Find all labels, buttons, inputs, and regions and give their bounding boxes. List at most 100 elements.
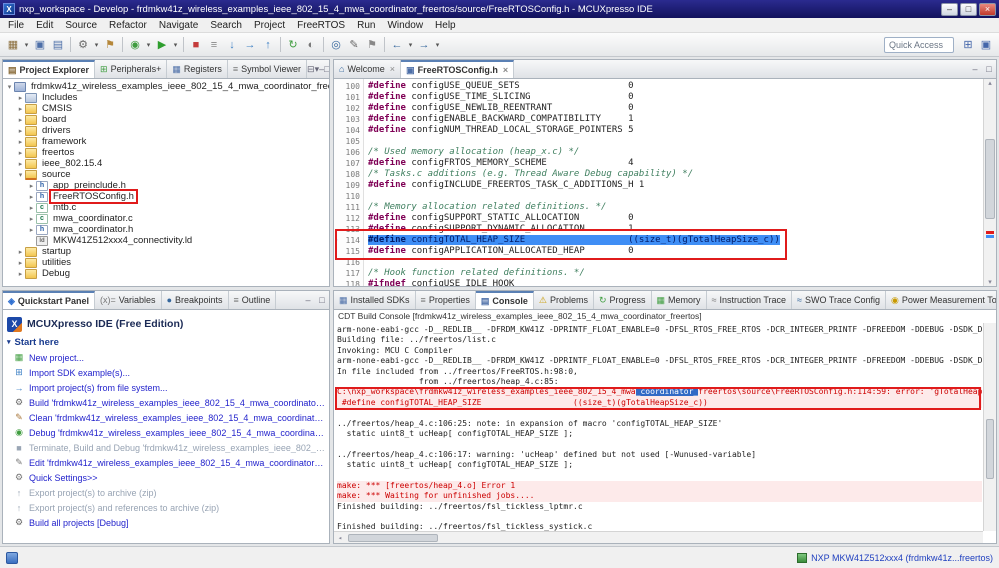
menu-refactor[interactable]: Refactor — [103, 20, 153, 31]
expander-icon[interactable]: ▾ — [16, 171, 25, 179]
expander-icon[interactable]: ▸ — [27, 193, 36, 201]
code-line-112[interactable]: #define configSUPPORT_STATIC_ALLOCATION … — [368, 213, 983, 224]
new-wizard-icon[interactable]: ⚑ — [102, 36, 118, 53]
code-line-102[interactable]: #define configUSE_NEWLIB_REENTRANT 0 — [368, 103, 983, 114]
back-icon[interactable]: ← — [389, 36, 405, 53]
expander-icon[interactable]: ▸ — [16, 116, 25, 124]
expander-icon[interactable]: ▸ — [16, 160, 25, 168]
step-into-icon[interactable]: ↓ — [224, 36, 240, 53]
quickstart-import-project-s-from-file-system[interactable]: → Import project(s) from file system... — [7, 380, 325, 395]
code-line-110[interactable] — [368, 191, 983, 202]
menu-run[interactable]: Run — [351, 20, 381, 31]
tree-item-app-preinclude-h[interactable]: ▸ h app_preinclude.h — [3, 180, 329, 191]
code-area[interactable]: #define configUSE_QUEUE_SETS 0 #define co… — [364, 79, 983, 286]
menu-help[interactable]: Help — [429, 20, 462, 31]
close-icon[interactable]: × — [390, 64, 395, 74]
code-line-111[interactable]: /* Memory allocation related definitions… — [368, 202, 983, 213]
debug-menu-icon[interactable]: ▾ — [145, 36, 152, 53]
code-line-113[interactable]: #define configSUPPORT_DYNAMIC_ALLOCATION… — [368, 224, 983, 235]
code-line-108[interactable]: /* Tasks.c additions (e.g. Thread Aware … — [368, 169, 983, 180]
profile-icon[interactable]: ◐ — [303, 36, 319, 53]
tab-freertosconfig-h[interactable]: ▣ FreeRTOSConfig.h × — [401, 60, 515, 78]
forward-menu-icon[interactable]: ▾ — [434, 36, 441, 53]
save-icon[interactable]: ▣ — [32, 36, 48, 53]
tree-item-mwa-coordinator-h[interactable]: ▸ h mwa_coordinator.h — [3, 224, 329, 235]
code-line-100[interactable]: #define configUSE_QUEUE_SETS 0 — [368, 81, 983, 92]
tab-memory[interactable]: ▦ Memory — [652, 291, 707, 309]
tree-item-ieee-802-15-4[interactable]: ▸ ieee_802.15.4 — [3, 158, 329, 169]
tree-item-debug[interactable]: ▸ Debug — [3, 268, 329, 279]
tree-item-source[interactable]: ▾ source — [3, 169, 329, 180]
maximize-icon[interactable]: □ — [982, 60, 996, 78]
tree-item-drivers[interactable]: ▸ drivers — [3, 125, 329, 136]
menu-search[interactable]: Search — [204, 20, 248, 31]
menu-edit[interactable]: Edit — [30, 20, 59, 31]
editor-body[interactable]: 100 101 102 103 104 105 106 107 108 109 110 111 112 1… — [334, 79, 996, 286]
collapse-all-icon[interactable]: ⊟ — [307, 60, 315, 78]
expander-icon[interactable]: ▸ — [16, 248, 25, 256]
tree-item-startup[interactable]: ▸ startup — [3, 246, 329, 257]
code-line-107[interactable]: #define configFRTOS_MEMORY_SCHEME 4 — [368, 158, 983, 169]
quickstart-build-all-projects-debug[interactable]: ⚙ Build all projects [Debug] — [7, 515, 325, 530]
tab-installed-sdks[interactable]: ▦ Installed SDKs — [334, 291, 416, 309]
debug-icon[interactable]: ◉ — [127, 36, 143, 53]
tab-welcome[interactable]: ⌂ Welcome × — [334, 60, 402, 78]
expander-icon[interactable]: ▸ — [27, 215, 36, 223]
section-collapse-icon[interactable]: ▾ — [7, 338, 11, 346]
menu-file[interactable]: File — [2, 20, 30, 31]
search-icon[interactable]: ◎ — [328, 36, 344, 53]
expander-icon[interactable]: ▸ — [16, 149, 25, 157]
scroll-down-icon[interactable]: ▾ — [984, 278, 996, 286]
tree-item-freertosconfig-h[interactable]: ▸ h FreeRTOSConfig.h — [3, 189, 329, 204]
error-ruler-mark[interactable] — [986, 231, 994, 234]
quickstart-import-sdk-example-s[interactable]: ⊞ Import SDK example(s)... — [7, 365, 325, 380]
tree-item-mtb-c[interactable]: ▸ c mtb.c — [3, 202, 329, 213]
terminate-icon[interactable]: ■ — [188, 36, 204, 53]
expander-icon[interactable]: ▸ — [16, 138, 25, 146]
expander-icon[interactable]: ▸ — [16, 105, 25, 113]
editor-scrollbar[interactable]: ▴ ▾ — [983, 79, 996, 286]
tab-outline[interactable]: ≡ Outline — [229, 291, 277, 309]
minimize-button[interactable]: – — [941, 2, 958, 16]
minimize-icon[interactable]: – — [301, 291, 315, 309]
step-over-icon[interactable]: → — [242, 36, 258, 53]
code-line-109[interactable]: #define configINCLUDE_FREERTOS_TASK_C_AD… — [368, 180, 983, 191]
expander-icon[interactable]: ▸ — [27, 182, 36, 190]
restart-icon[interactable]: ↻ — [285, 36, 301, 53]
tree-item-freertos[interactable]: ▸ freertos — [3, 147, 329, 158]
develop-perspective-icon[interactable]: ▣ — [978, 36, 994, 53]
expander-icon[interactable]: ▸ — [16, 94, 25, 102]
quick-access-box[interactable]: Quick Access — [884, 36, 954, 53]
menu-source[interactable]: Source — [59, 20, 103, 31]
console-hscrollbar[interactable]: ◂ — [334, 531, 983, 543]
tree-item-board[interactable]: ▸ board — [3, 114, 329, 125]
scroll-left-icon[interactable]: ◂ — [334, 532, 346, 543]
code-line-118[interactable]: #ifndef configUSE_IDLE_HOOK — [368, 279, 983, 286]
quickstart-debug-frdmkw41z-wireless-examples-ieee-802[interactable]: ◉ Debug 'frdmkw41z_wireless_examples_ieee… — [7, 425, 325, 440]
tab-registers[interactable]: ▦ Registers — [167, 60, 228, 78]
target-device-text[interactable]: NXP MKW41Z512xxx4 (frdmkw41z...freertos) — [811, 553, 993, 563]
menu-freertos[interactable]: FreeRTOS — [291, 20, 351, 31]
tab-power-measurement-tool[interactable]: ◉ Power Measurement Tool — [886, 291, 996, 309]
code-line-103[interactable]: #define configENABLE_BACKWARD_COMPATIBIL… — [368, 114, 983, 125]
menu-navigate[interactable]: Navigate — [153, 20, 204, 31]
code-line-115[interactable]: #define configAPPLICATION_ALLOCATED_HEAP… — [368, 246, 983, 257]
menu-window[interactable]: Window — [381, 20, 429, 31]
console-hscroll-thumb[interactable] — [348, 534, 438, 542]
mark-occurrences-icon[interactable]: ⚑ — [364, 36, 380, 53]
new-icon[interactable]: ▦ — [5, 36, 21, 53]
tree-item-framework[interactable]: ▸ framework — [3, 136, 329, 147]
scrollbar-thumb[interactable] — [985, 139, 995, 219]
tree-item-mkw41z512xxx4-connectivity-ld[interactable]: ld MKW41Z512xxx4_connectivity.ld — [3, 235, 329, 246]
quickstart-new-project[interactable]: ▦ New project... — [7, 350, 325, 365]
expander-icon[interactable]: ▸ — [27, 204, 36, 212]
build-menu-icon[interactable]: ▾ — [93, 36, 100, 53]
minimize-icon[interactable]: – — [968, 60, 982, 78]
expander-icon[interactable]: ▸ — [16, 127, 25, 135]
annotate-icon[interactable]: ✎ — [346, 36, 362, 53]
expander-icon[interactable]: ▸ — [16, 270, 25, 278]
close-button[interactable]: × — [979, 2, 996, 16]
selection-ruler-mark[interactable] — [986, 235, 994, 238]
code-line-117[interactable]: /* Hook function related definitions. */ — [368, 268, 983, 279]
tab-swo-trace-config[interactable]: ≈ SWO Trace Config — [792, 291, 887, 309]
